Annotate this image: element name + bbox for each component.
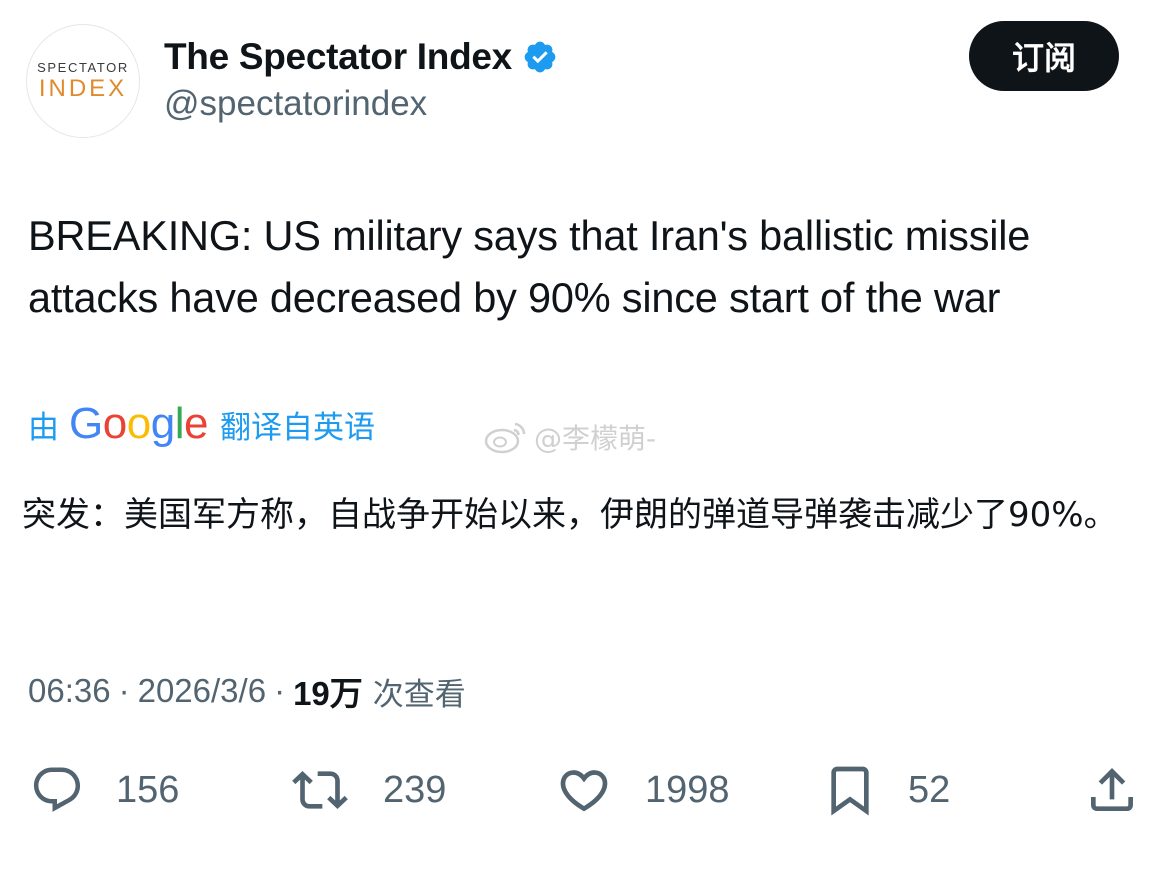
reply-button[interactable]: 156 xyxy=(28,762,179,818)
repost-button[interactable]: 239 xyxy=(287,762,446,818)
display-name-row: The Spectator Index xyxy=(164,34,558,80)
watermark-text: @李檬萌- xyxy=(534,422,657,455)
translate-prefix: 由 xyxy=(28,409,59,446)
tweet-meta: 06:36 · 2026/3/6 · 19万 次查看 xyxy=(28,668,466,714)
views-count: 19万 xyxy=(293,675,363,712)
bookmark-count: 52 xyxy=(908,768,951,811)
reply-icon xyxy=(33,767,81,812)
avatar[interactable]: SPECTATOR INDEX xyxy=(26,24,140,138)
weibo-icon xyxy=(484,422,526,454)
avatar-logo-bottom: INDEX xyxy=(38,75,128,102)
meta-separator: · xyxy=(118,672,130,709)
tweet-text: BREAKING: US military says that Iran's b… xyxy=(28,212,1031,321)
watermark: @李檬萌- xyxy=(484,418,656,456)
avatar-logo-top: SPECTATOR xyxy=(37,60,129,75)
like-count: 1998 xyxy=(645,768,730,811)
verified-badge-icon[interactable] xyxy=(522,39,558,75)
display-name[interactable]: The Spectator Index xyxy=(164,36,512,78)
repost-count: 239 xyxy=(383,768,447,811)
like-button[interactable]: 1998 xyxy=(553,762,730,818)
tweet-date[interactable]: 2026/3/6 xyxy=(138,672,266,710)
subscribe-button[interactable]: 订阅 xyxy=(969,21,1119,91)
user-handle[interactable]: @spectatorindex xyxy=(164,84,427,124)
bookmark-icon xyxy=(831,766,869,816)
views-label: 次查看 xyxy=(372,676,466,713)
google-logo: Google xyxy=(69,399,208,448)
meta-separator: · xyxy=(274,672,286,709)
tweet-time[interactable]: 06:36 xyxy=(28,672,111,710)
heart-icon xyxy=(560,770,608,812)
translate-suffix: 翻译自英语 xyxy=(219,409,375,446)
share-icon xyxy=(1091,768,1133,811)
translation-attribution[interactable]: 由 Google 翻译自英语 xyxy=(28,398,375,450)
reply-count: 156 xyxy=(116,768,180,811)
share-button[interactable] xyxy=(1084,762,1140,818)
repost-icon xyxy=(292,771,348,809)
bookmark-button[interactable]: 52 xyxy=(822,762,950,818)
translated-text: 突发：美国军方称，自战争开始以来，伊朗的弹道导弹袭击减少了90%。 xyxy=(22,495,1118,535)
